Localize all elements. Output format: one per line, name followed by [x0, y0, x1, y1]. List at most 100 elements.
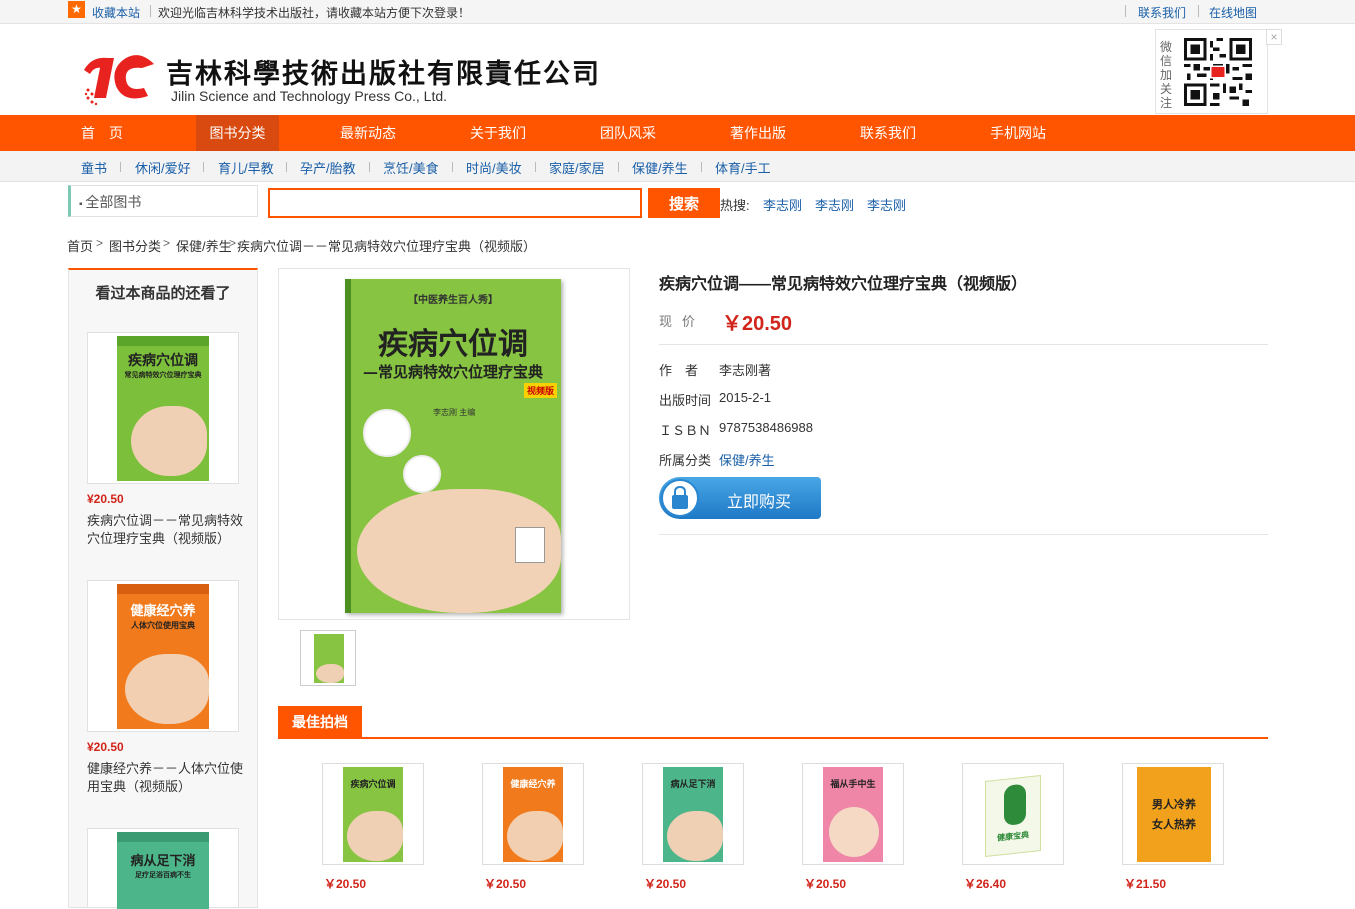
pairing-book-price: ￥26.40	[964, 877, 1007, 891]
nav-item-news[interactable]: 最新动态	[328, 115, 408, 151]
hot-search-label: 热搜:	[720, 198, 750, 213]
divider	[659, 344, 1268, 345]
product-title: 疾病穴位调——常见病特效穴位理疗宝典（视频版）	[659, 276, 1028, 293]
hot-search-link[interactable]: 李志刚	[815, 195, 854, 214]
nav-item-categories[interactable]: 图书分类	[196, 115, 279, 151]
also-viewed-sidebar: 看过本商品的还看了 疾病穴位调 常见病特效穴位理疗宝典 ¥20.50 疾病穴位调…	[68, 268, 258, 909]
sidebar-book-price: ¥20.50	[87, 492, 124, 506]
pairing-book-price: ￥20.50	[804, 877, 847, 891]
contact-us-link[interactable]: 联系我们	[1138, 4, 1186, 21]
pairing-book-image[interactable]: 福从手中生	[802, 763, 904, 865]
star-icon[interactable]: ★	[68, 1, 85, 18]
hot-search-link[interactable]: 李志刚	[763, 195, 802, 214]
hot-search-link[interactable]: 李志刚	[867, 195, 906, 214]
buy-now-label: 立即购买	[727, 494, 792, 511]
subnav-item-parenting[interactable]: 育儿/早教	[218, 158, 274, 177]
book-cover: 健康经穴养 人体穴位使用宝典	[117, 584, 209, 729]
pairing-book-price: ￥20.50	[644, 877, 687, 891]
book-cover: 疾病穴位调	[343, 767, 403, 862]
bookmark-site-link[interactable]: 收藏本站	[92, 4, 140, 21]
nav-item-about[interactable]: 关于我们	[458, 115, 538, 151]
breadcrumb-current: 疾病穴位调－－常见病特效穴位理疗宝典（视频版）	[237, 239, 537, 254]
all-books-label: 全部图书	[85, 194, 142, 210]
wechat-label: 微信加关注	[1160, 40, 1173, 110]
subnav-item-leisure[interactable]: 休闲/爱好	[135, 158, 191, 177]
sidebar-title: 看过本商品的还看了	[95, 285, 231, 302]
subnav-item-sports[interactable]: 体育/手工	[715, 158, 771, 177]
buy-now-button[interactable]: 立即购买	[659, 477, 821, 519]
book-cover: 疾病穴位调 常见病特效穴位理疗宝典	[117, 336, 209, 481]
divider	[369, 162, 370, 172]
pairing-book-image[interactable]: 疾病穴位调	[322, 763, 424, 865]
logo-icon[interactable]	[82, 50, 158, 106]
product-main-image[interactable]: 【中医养生百人秀】 疾病穴位调 —常见病特效穴位理疗宝典 视频版 李志刚 主编	[278, 268, 630, 620]
publish-date-label: 出版时间	[659, 393, 712, 408]
all-books-dropdown[interactable]: ▪ 全部图书	[68, 185, 258, 217]
divider	[659, 534, 1268, 535]
breadcrumb-categories[interactable]: 图书分类	[109, 236, 161, 255]
book-cover: 福从手中生	[823, 767, 883, 862]
pairing-book-image[interactable]: 男人冷养 女人热养	[1122, 763, 1224, 865]
pairing-book-image[interactable]: 健康宝典	[962, 763, 1064, 865]
chevron-right-icon: >	[163, 236, 171, 250]
best-pairing-tab[interactable]: 最佳拍档	[278, 706, 362, 738]
subnav-item-health[interactable]: 保健/养生	[632, 158, 688, 177]
book-cover: 病从足下消	[663, 767, 723, 862]
pairing-book-image[interactable]: 病从足下消	[642, 763, 744, 865]
nav-item-home[interactable]: 首 页	[68, 115, 136, 151]
chevron-right-icon: >	[96, 236, 104, 250]
subnav-item-children[interactable]: 童书	[81, 158, 107, 177]
subnav-item-cooking[interactable]: 烹饪/美食	[383, 158, 439, 177]
pairing-book-image[interactable]: 健康经穴养	[482, 763, 584, 865]
subnav-item-home[interactable]: 家庭/家居	[549, 158, 605, 177]
book-cover	[314, 634, 344, 683]
shopping-bag-icon	[661, 479, 699, 517]
sidebar-book-image[interactable]: 病从足下消 足疗足浴百病不生	[87, 828, 239, 909]
qr-code-icon	[1184, 38, 1252, 106]
nav-item-contact[interactable]: 联系我们	[848, 115, 928, 151]
category-label: 所属分类	[659, 453, 712, 468]
sidebar-book-title[interactable]: 疾病穴位调－－常见病特效穴位理疗宝典（视频版）	[87, 512, 247, 548]
nav-item-publishing[interactable]: 著作出版	[718, 115, 798, 151]
divider	[1198, 5, 1199, 17]
nav-item-team[interactable]: 团队风采	[588, 115, 668, 151]
welcome-text: 欢迎光临吉林科学技术出版社，请收藏本站方便下次登录！	[158, 6, 471, 20]
sitemap-link[interactable]: 在线地图	[1209, 4, 1257, 21]
author-label: 作 者	[659, 363, 699, 378]
divider	[535, 162, 536, 172]
breadcrumb-health[interactable]: 保健/养生	[176, 236, 232, 255]
subnav-item-pregnancy[interactable]: 孕产/胎教	[300, 158, 356, 177]
divider	[701, 162, 702, 172]
book-cover: 健康宝典	[985, 775, 1041, 857]
book-cover: 男人冷养 女人热养	[1137, 767, 1211, 862]
search-input[interactable]	[268, 188, 642, 218]
nav-item-mobile[interactable]: 手机网站	[978, 115, 1058, 151]
isbn-label: ＩＳＢＮ	[659, 423, 712, 438]
price-label: 现价	[659, 314, 706, 329]
publish-date-value: 2015-2-1	[719, 390, 772, 405]
author-value: 李志刚著	[719, 363, 772, 378]
breadcrumb-home[interactable]: 首页	[67, 236, 93, 255]
sidebar-book-title[interactable]: 健康经穴养－－人体穴位使用宝典（视频版）	[87, 760, 247, 796]
category-link[interactable]: 保健/养生	[719, 450, 775, 469]
divider	[618, 162, 619, 172]
pairing-book-price: ￥20.50	[324, 877, 367, 891]
product-thumbnail[interactable]	[300, 630, 356, 686]
sidebar-book-image[interactable]: 疾病穴位调 常见病特效穴位理疗宝典	[87, 332, 239, 484]
chevron-right-icon: >	[229, 236, 237, 250]
sidebar-book-image[interactable]: 健康经穴养 人体穴位使用宝典	[87, 580, 239, 732]
isbn-value: 9787538486988	[719, 420, 813, 435]
subnav-item-fashion[interactable]: 时尚/美妆	[466, 158, 522, 177]
search-button[interactable]: 搜索	[648, 188, 720, 218]
book-cover: 健康经穴养	[503, 767, 563, 862]
main-nav: 首 页 图书分类 最新动态 关于我们 团队风采 著作出版 联系我们 手机网站	[0, 115, 1355, 151]
divider	[286, 162, 287, 172]
logo-chinese-text[interactable]: 吉林科學技術出版社有限責任公司	[166, 52, 601, 91]
divider	[1125, 5, 1126, 17]
book-cover: 病从足下消 足疗足浴百病不生	[117, 832, 209, 909]
logo-english-text[interactable]: Jilin Science and Technology Press Co., …	[171, 88, 447, 104]
close-icon[interactable]: ×	[1266, 29, 1282, 45]
divider	[150, 5, 151, 17]
divider	[120, 162, 121, 172]
product-price: ￥20.50	[722, 313, 793, 335]
